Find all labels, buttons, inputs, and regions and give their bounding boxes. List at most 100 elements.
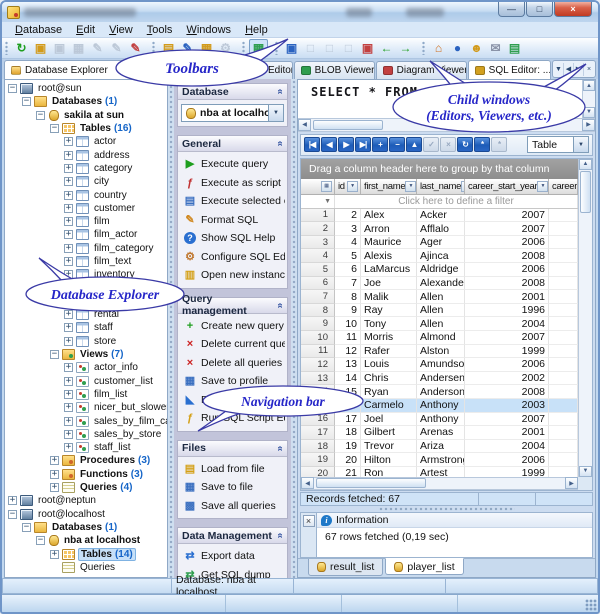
edit-object-icon[interactable]: ✎ — [178, 39, 197, 57]
section-header[interactable]: Files « — [178, 440, 287, 457]
cell-career-start-year[interactable]: 2008 — [465, 385, 549, 399]
cell-last-name[interactable]: Afflalo — [417, 222, 465, 236]
cell-id[interactable]: 8 — [335, 290, 361, 304]
tab-menu-icon[interactable]: ▼ — [554, 62, 564, 76]
collapse-icon[interactable]: − — [22, 97, 31, 107]
cell-career[interactable] — [549, 385, 578, 399]
expand-icon[interactable]: + — [64, 190, 73, 200]
expand-icon[interactable]: + — [64, 137, 73, 147]
cell-first-name[interactable]: Alexis — [361, 249, 417, 264]
forward-icon[interactable]: → — [396, 39, 415, 57]
navbar-item-save-to-profile[interactable]: ▦ Save to profile — [180, 372, 285, 391]
collapse-chevron-icon[interactable]: « — [275, 533, 286, 539]
nav-refresh-button[interactable]: ↻ — [457, 137, 473, 153]
navbar-item-export-data[interactable]: ⇄ Export data — [180, 547, 285, 566]
tree-node-actor-info[interactable]: + actor_info — [5, 361, 167, 374]
tree-node-databases[interactable]: − Databases (1) — [5, 95, 167, 108]
cell-id[interactable]: 4 — [335, 235, 361, 250]
cell-first-name[interactable]: Arron — [361, 222, 417, 236]
tree-node-functions[interactable]: + Functions (3) — [5, 468, 167, 481]
expand-icon[interactable]: + — [64, 363, 73, 373]
scroll-left-icon[interactable]: ◀ — [298, 118, 311, 131]
cell-first-name[interactable]: Trevor — [361, 439, 417, 454]
expand-icon[interactable]: + — [64, 376, 73, 386]
navbar-item-execute-query[interactable]: ▶ Execute query — [180, 155, 285, 174]
cell-career-start-year[interactable]: 2008 — [465, 276, 549, 291]
nav-prior-button[interactable]: ◀ — [321, 137, 337, 153]
tree-node-city[interactable]: + city — [5, 175, 167, 188]
table-row[interactable]: 1213LouisAmundson2006 — [301, 358, 578, 372]
cell-last-name[interactable]: Andersen — [417, 371, 465, 386]
navbar-item-show-sql-help[interactable]: ? Show SQL Help — [180, 229, 285, 248]
table-data-icon[interactable]: ▦ — [249, 39, 268, 57]
toolbar-grip-icon[interactable] — [152, 41, 156, 55]
filter-cell[interactable]: ▼ — [301, 194, 335, 208]
nav-first-button[interactable]: |◀ — [304, 137, 320, 153]
back-icon[interactable]: ← — [377, 39, 396, 57]
navbar-item-run-sql-script-editor[interactable]: ƒ Run SQL Script Editor — [180, 409, 285, 428]
expand-icon[interactable]: + — [64, 310, 73, 320]
cell-first-name[interactable]: Ryan — [361, 385, 417, 399]
tree-node-root-neptun[interactable]: + root@neptun — [5, 494, 167, 507]
cell-first-name[interactable]: Carmelo — [361, 398, 417, 413]
tree-node-nba-at-localhost[interactable]: − nba at localhost — [5, 534, 167, 547]
cell-first-name[interactable]: Malik — [361, 290, 417, 304]
tree-node-film[interactable]: + film — [5, 215, 167, 228]
navbar-item-configure-sql-editor[interactable]: ⚙ Configure SQL Editor — [180, 248, 285, 267]
user-icon[interactable]: ☻ — [467, 39, 486, 57]
section-header[interactable]: Database « — [178, 84, 287, 100]
cell-first-name[interactable]: Joel — [361, 412, 417, 427]
expand-icon[interactable]: + — [64, 336, 73, 346]
tree-node-tables[interactable]: + Tables (14) — [5, 547, 167, 561]
table-row[interactable]: 8 9 Ray Allen 1996 — [301, 303, 578, 318]
brush-icon[interactable]: ✎ — [126, 39, 145, 57]
expand-icon[interactable]: + — [64, 429, 73, 439]
scroll-right-icon[interactable]: ▶ — [582, 118, 595, 131]
cell-career-start-year[interactable]: 2006 — [465, 235, 549, 250]
dropdown-icon[interactable]: ▼ — [268, 105, 283, 121]
tree-node-queries[interactable]: + Queries (4) — [5, 481, 167, 494]
table-row[interactable]: 16 17 Joel Anthony 2007 — [301, 412, 578, 427]
close-button[interactable]: × — [554, 2, 592, 17]
tree-node-film-category[interactable]: + film_category — [5, 242, 167, 255]
cell-career[interactable] — [549, 208, 578, 223]
tree-node-tables[interactable]: − Tables (16) — [5, 122, 167, 135]
tree-node-customer[interactable]: + customer — [5, 202, 167, 215]
feedback-icon[interactable]: ▤ — [505, 39, 524, 57]
cell-last-name[interactable]: Armstrong — [417, 453, 465, 467]
tree-node-queries[interactable]: Queries — [5, 561, 167, 574]
expand-icon[interactable]: + — [64, 257, 73, 266]
expand-icon[interactable]: + — [64, 270, 73, 280]
scrollbar-thumb[interactable] — [313, 119, 383, 130]
table-row[interactable]: 3 4 Maurice Ager 2006 — [301, 235, 578, 250]
cell-career[interactable] — [549, 235, 578, 250]
table-row[interactable]: 1 2 Alex Acker 2007 — [301, 208, 578, 223]
cell-career-start-year[interactable]: 2007 — [465, 330, 549, 345]
column-header-career-start-year[interactable]: career_start_year ▼ — [465, 178, 549, 194]
section-header[interactable]: Query management « — [178, 293, 287, 317]
nav-insert-button[interactable]: + — [372, 137, 388, 153]
expand-icon[interactable]: + — [64, 203, 73, 213]
cell-career[interactable] — [549, 398, 578, 413]
cell-career[interactable] — [549, 371, 578, 386]
tree-node-procedures[interactable]: + Procedures (3) — [5, 454, 167, 467]
cell-id[interactable]: 16 — [335, 398, 361, 413]
scrollbar-thumb[interactable] — [580, 170, 591, 213]
cell-id[interactable]: 7 — [335, 276, 361, 291]
scroll-up-icon[interactable]: ▲ — [579, 158, 592, 170]
group-by-box[interactable]: Drag a column header here to group by th… — [301, 158, 578, 179]
scroll-down-icon[interactable]: ▼ — [583, 106, 595, 118]
tab-sql-script-editor[interactable]: SQL Script Editor — [196, 61, 293, 79]
expand-icon[interactable]: + — [64, 230, 73, 240]
collapse-chevron-icon[interactable]: « — [275, 141, 286, 147]
expand-icon[interactable]: + — [64, 323, 73, 333]
tree-node-address[interactable]: + address — [5, 148, 167, 161]
cell-first-name[interactable]: Chris — [361, 371, 417, 386]
navbar-item-execute-selected-only[interactable]: ▤ Execute selected only — [180, 192, 285, 211]
cell-last-name[interactable]: Allen — [417, 303, 465, 318]
section-header[interactable]: General « — [178, 136, 287, 152]
sql-text-editor[interactable]: SELECT * FROM ▲ ▼ — [298, 80, 595, 119]
nav-delete-button[interactable]: − — [389, 137, 405, 153]
table-row[interactable]: 9 10 Tony Allen 2004 — [301, 317, 578, 331]
web-icon[interactable]: ● — [448, 39, 467, 57]
